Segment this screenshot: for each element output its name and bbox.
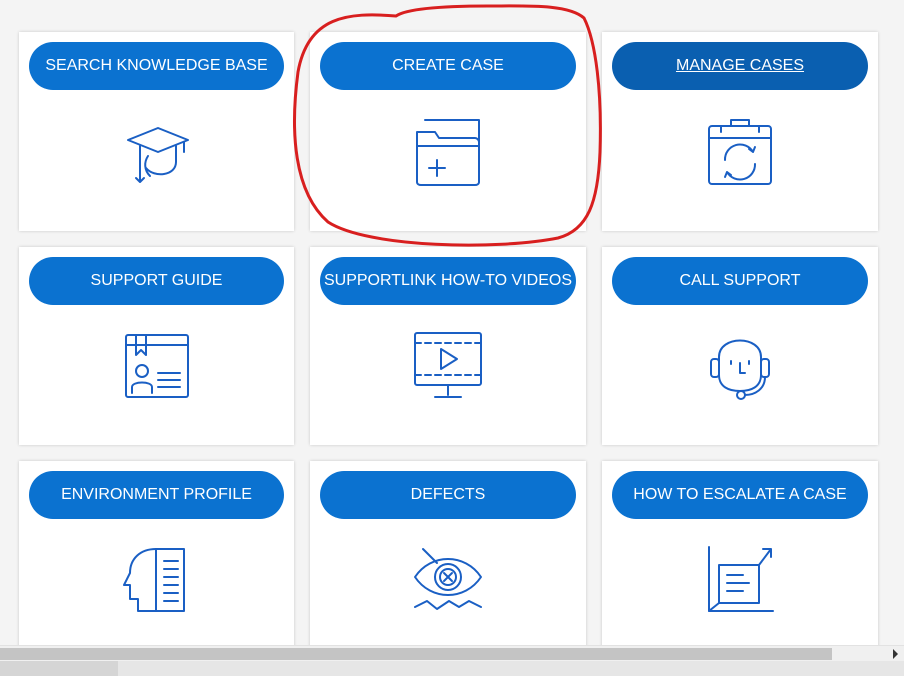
bottom-strip-segment (0, 661, 118, 676)
horizontal-scroll-thumb[interactable] (0, 648, 832, 660)
tile-search-knowledge-base: SEARCH KNOWLEDGE BASE (19, 32, 294, 231)
escalate-chart-icon[interactable] (705, 545, 775, 615)
tile-how-to-escalate-a-case: HOW TO ESCALATE A CASE (602, 461, 878, 661)
horizontal-scrollbar[interactable] (0, 645, 904, 662)
search-knowledge-base-button[interactable]: SEARCH KNOWLEDGE BASE (29, 42, 284, 90)
head-profile-icon[interactable] (122, 545, 192, 615)
briefcase-sync-icon[interactable] (705, 116, 775, 186)
tile-supportlink-how-to-videos: SUPPORTLINK HOW-TO VIDEOS (310, 247, 586, 445)
eye-defect-icon[interactable] (413, 545, 483, 615)
video-monitor-icon[interactable] (413, 331, 483, 401)
defects-button[interactable]: DEFECTS (320, 471, 576, 519)
tile-create-case: CREATE CASE (310, 32, 586, 231)
tile-defects: DEFECTS (310, 461, 586, 661)
manage-cases-button[interactable]: MANAGE CASES (612, 42, 868, 90)
support-guide-button[interactable]: SUPPORT GUIDE (29, 257, 284, 305)
create-case-button[interactable]: CREATE CASE (320, 42, 576, 90)
bottom-strip (0, 661, 904, 676)
guide-book-icon[interactable] (122, 331, 192, 401)
how-to-escalate-a-case-button[interactable]: HOW TO ESCALATE A CASE (612, 471, 868, 519)
call-support-button[interactable]: CALL SUPPORT (612, 257, 868, 305)
tile-manage-cases: MANAGE CASES (602, 32, 878, 231)
tile-grid: SEARCH KNOWLEDGE BASE CREATE CASE MANAGE… (19, 32, 878, 661)
tile-support-guide: SUPPORT GUIDE (19, 247, 294, 445)
supportlink-how-to-videos-button[interactable]: SUPPORTLINK HOW-TO VIDEOS (320, 257, 576, 305)
headset-icon[interactable] (705, 331, 775, 401)
folder-plus-icon[interactable] (413, 116, 483, 186)
environment-profile-button[interactable]: ENVIRONMENT PROFILE (29, 471, 284, 519)
tile-call-support: CALL SUPPORT (602, 247, 878, 445)
graduation-cap-icon[interactable] (122, 116, 192, 186)
tile-environment-profile: ENVIRONMENT PROFILE (19, 461, 294, 661)
scroll-right-arrow-icon[interactable] (893, 649, 898, 659)
vertical-scrollbar[interactable] (896, 0, 904, 645)
